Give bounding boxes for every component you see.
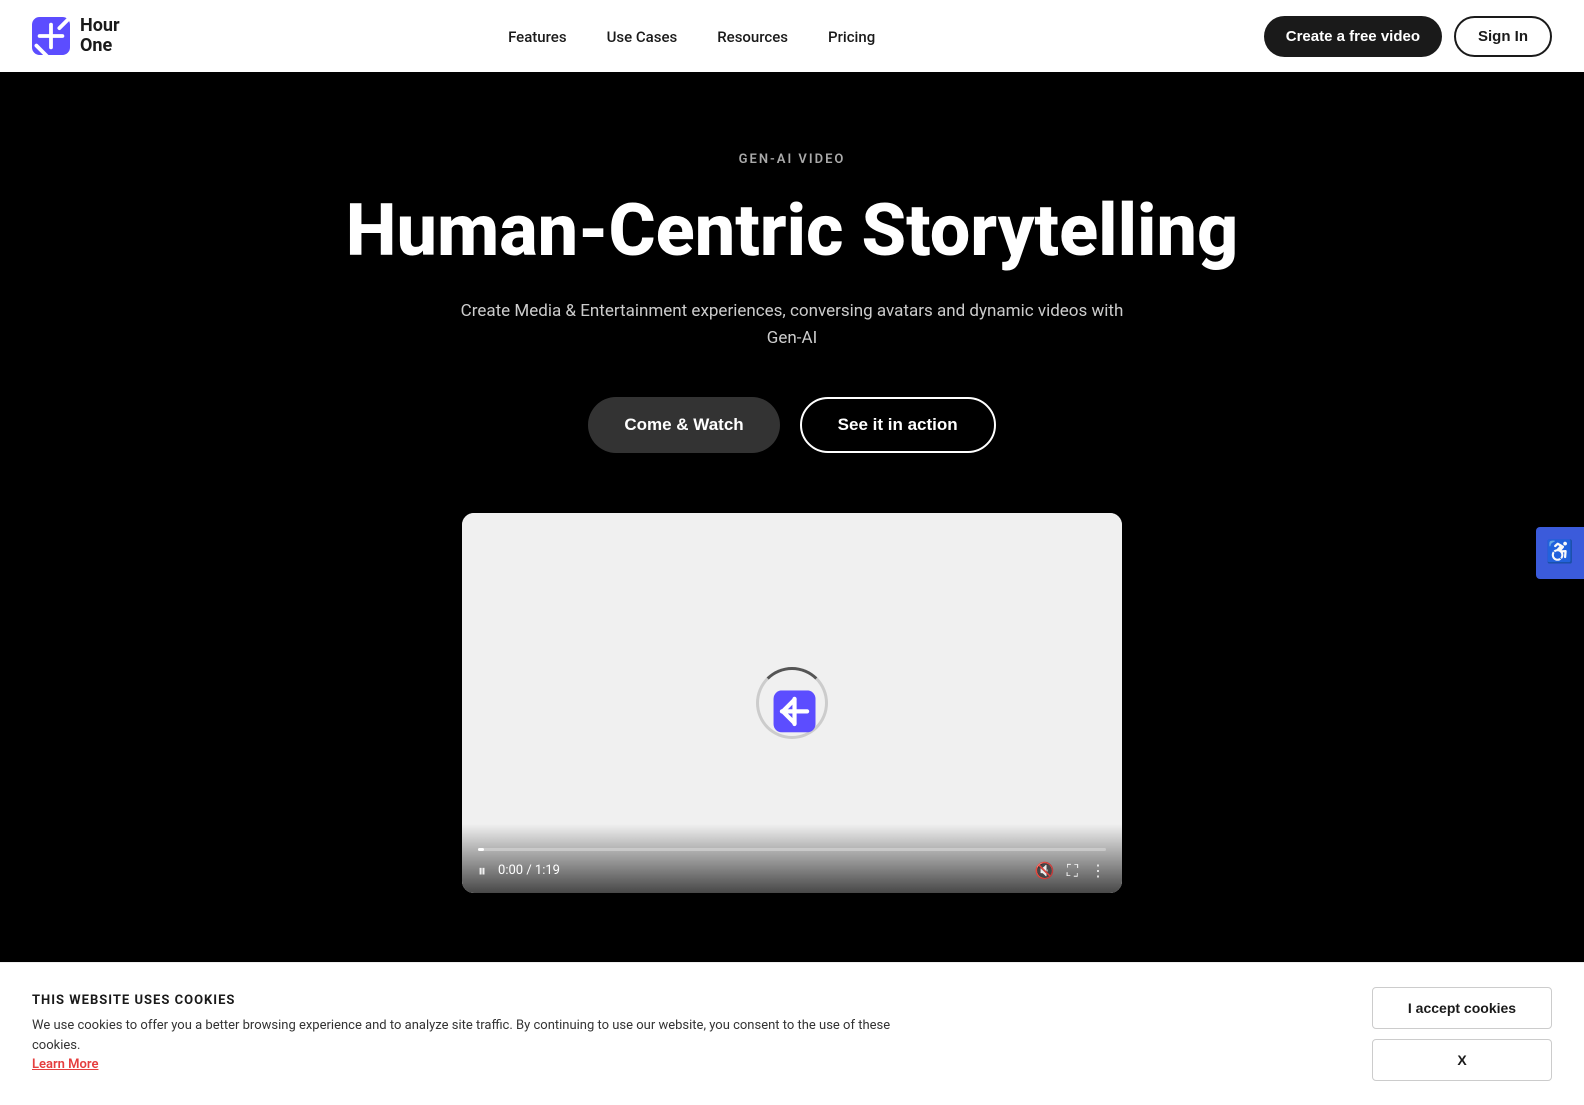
cookie-buttons: I accept cookies X bbox=[1372, 987, 1552, 1081]
signin-button[interactable]: Sign In bbox=[1454, 16, 1552, 57]
logo-line1: Hour bbox=[80, 16, 120, 36]
more-options-button[interactable]: ⋮ bbox=[1090, 861, 1106, 880]
hero-title: Human-Centric Storytelling bbox=[346, 191, 1238, 270]
navbar-actions: Create a free video Sign In bbox=[1264, 16, 1552, 57]
progress-fill bbox=[478, 848, 484, 851]
hero-subtitle: Create Media & Entertainment experiences… bbox=[442, 298, 1142, 352]
close-cookies-button[interactable]: X bbox=[1372, 1039, 1552, 1081]
progress-bar[interactable] bbox=[478, 848, 1106, 851]
cookie-title: THIS WEBSITE USES COOKIES bbox=[32, 993, 892, 1008]
hero-section: GEN-AI VIDEO Human-Centric Storytelling … bbox=[0, 72, 1584, 953]
nav-link-pricing: Pricing bbox=[828, 28, 875, 46]
video-controls: ⏸ 0:00 / 1:19 🔇 ⛶ ⋮ bbox=[462, 824, 1122, 893]
fullscreen-button[interactable]: ⛶ bbox=[1067, 861, 1078, 881]
accessibility-icon: ♿ bbox=[1546, 540, 1573, 565]
nav-item-use-cases[interactable]: Use Cases bbox=[607, 27, 678, 46]
come-watch-button[interactable]: Come & Watch bbox=[588, 397, 779, 453]
logo-text: Hour One bbox=[80, 16, 120, 56]
time-current: 0:00 bbox=[498, 863, 523, 878]
see-action-button[interactable]: See it in action bbox=[800, 397, 996, 453]
logo-link[interactable]: Hour One bbox=[32, 16, 120, 56]
cookie-banner: THIS WEBSITE USES COOKIES We use cookies… bbox=[0, 962, 1584, 1105]
cookie-learn-more-link[interactable]: Learn More bbox=[32, 1057, 98, 1072]
controls-right: 🔇 ⛶ ⋮ bbox=[1035, 861, 1106, 881]
video-loader bbox=[756, 667, 828, 739]
time-total: 1:19 bbox=[535, 863, 560, 878]
cookie-desc-text: We use cookies to offer you a better bro… bbox=[32, 1018, 890, 1053]
nav-item-resources[interactable]: Resources bbox=[717, 27, 788, 46]
nav-item-pricing[interactable]: Pricing bbox=[828, 27, 875, 46]
video-area[interactable]: ⏸ 0:00 / 1:19 🔇 ⛶ ⋮ bbox=[462, 513, 1122, 893]
accept-cookies-button[interactable]: I accept cookies bbox=[1372, 987, 1552, 1029]
cookie-description: We use cookies to offer you a better bro… bbox=[32, 1016, 892, 1075]
time-separator: / bbox=[526, 863, 535, 878]
hero-tag: GEN-AI VIDEO bbox=[739, 152, 846, 167]
video-player: ⏸ 0:00 / 1:19 🔇 ⛶ ⋮ bbox=[462, 513, 1122, 893]
pause-button[interactable]: ⏸ bbox=[478, 861, 486, 881]
logo-icon bbox=[32, 17, 70, 55]
video-time: 0:00 / 1:19 bbox=[498, 863, 560, 878]
hero-buttons: Come & Watch See it in action bbox=[588, 397, 995, 453]
nav-links: Features Use Cases Resources Pricing bbox=[508, 27, 875, 46]
logo-line2: One bbox=[80, 36, 120, 56]
mute-button[interactable]: 🔇 bbox=[1035, 861, 1055, 880]
cookie-text: THIS WEBSITE USES COOKIES We use cookies… bbox=[32, 993, 892, 1075]
nav-item-features[interactable]: Features bbox=[508, 27, 566, 46]
create-video-button[interactable]: Create a free video bbox=[1264, 16, 1442, 57]
accessibility-button[interactable]: ♿ bbox=[1536, 527, 1584, 579]
controls-left: ⏸ 0:00 / 1:19 bbox=[478, 861, 560, 881]
controls-row: ⏸ 0:00 / 1:19 🔇 ⛶ ⋮ bbox=[478, 861, 1106, 881]
loader-logo-icon bbox=[774, 690, 816, 732]
navbar: Hour One Features Use Cases Resources Pr… bbox=[0, 0, 1584, 72]
